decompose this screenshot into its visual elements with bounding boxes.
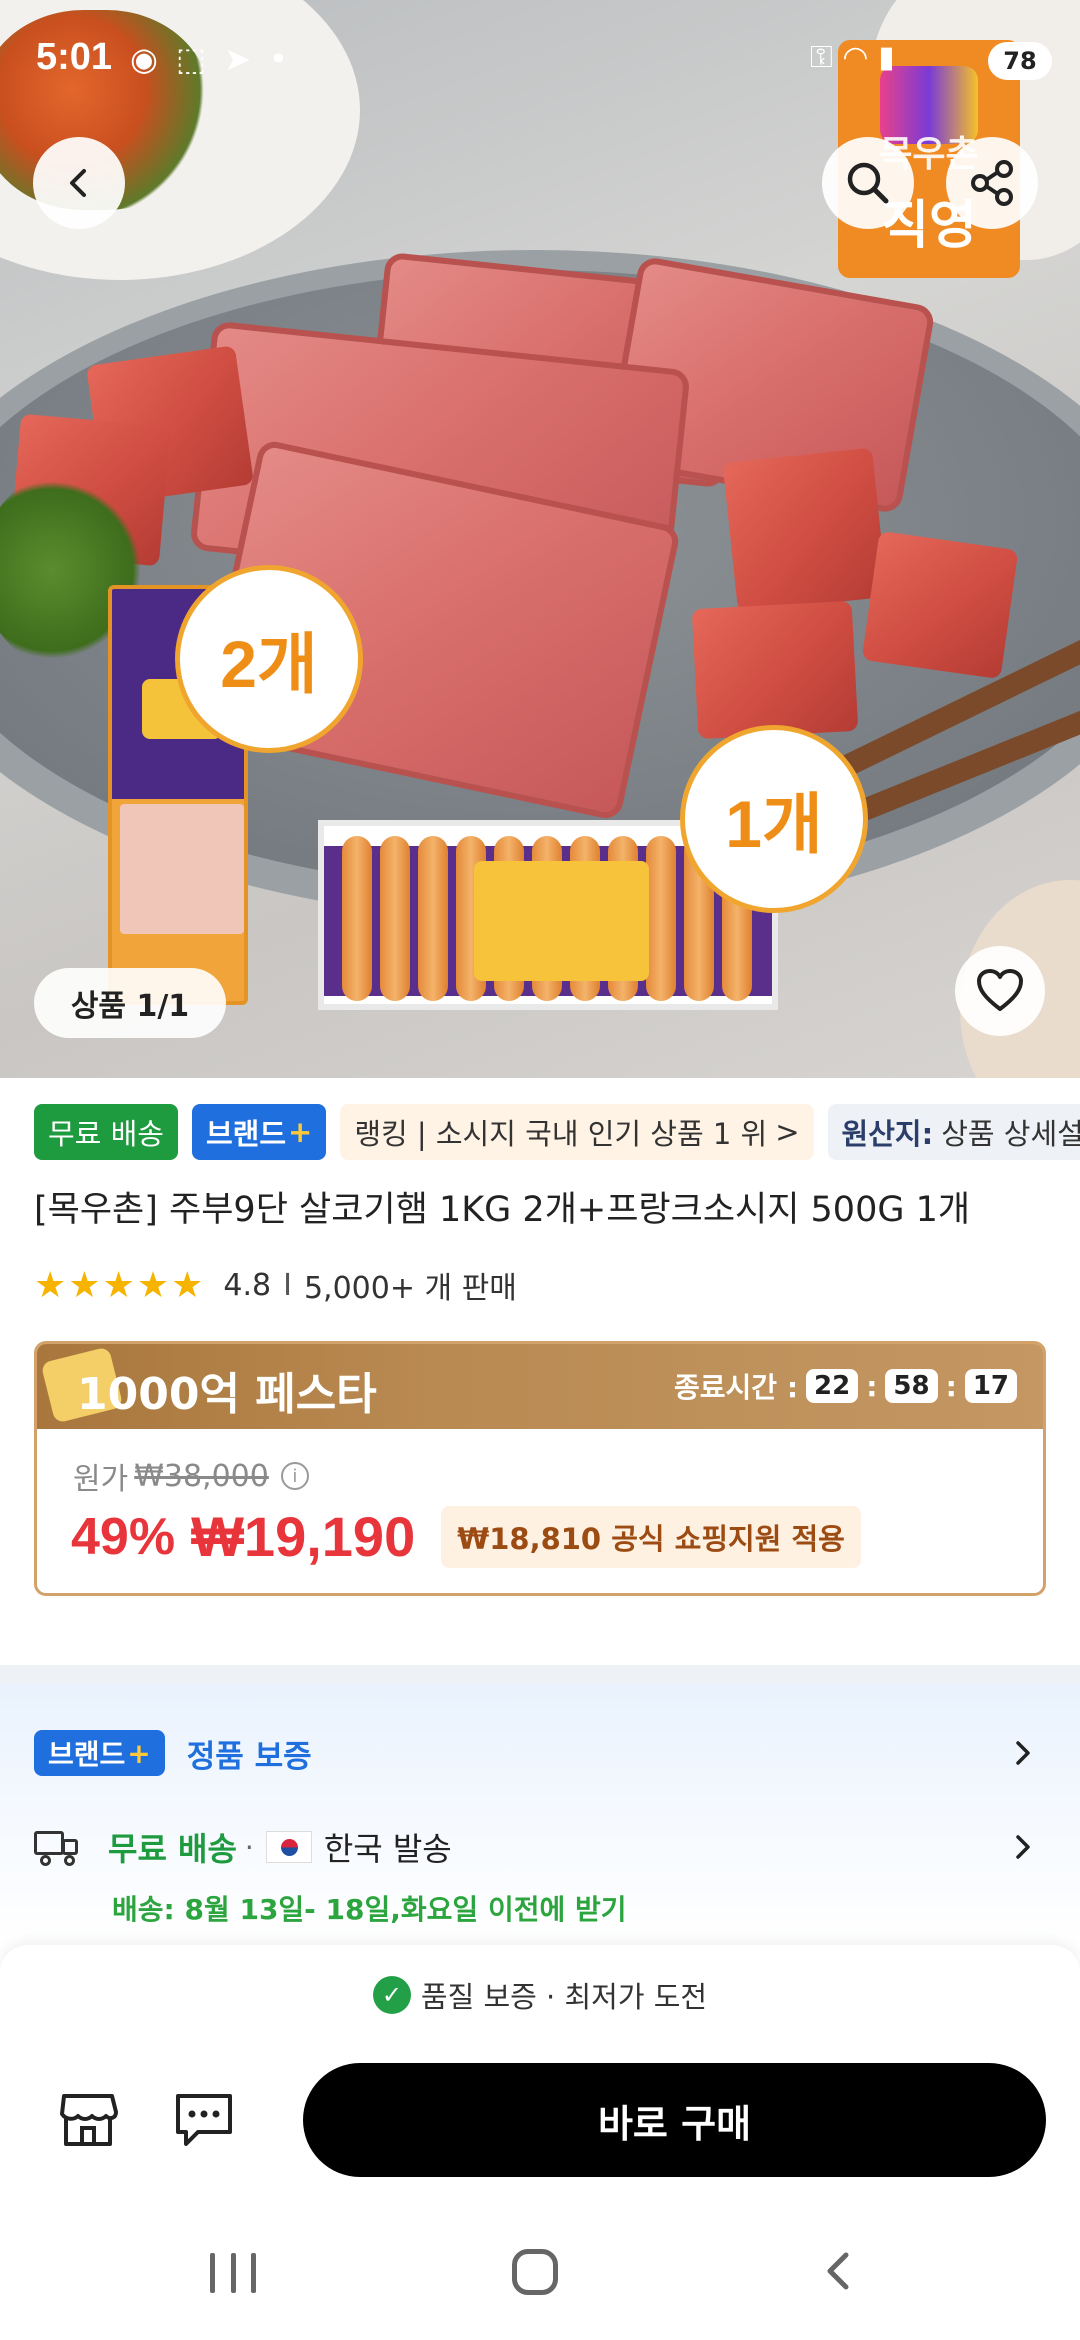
timer-minutes: 58	[885, 1369, 938, 1403]
back-button[interactable]	[33, 137, 125, 229]
favorite-button[interactable]	[955, 946, 1045, 1036]
chevron-right-icon: >	[775, 1115, 800, 1149]
shipping-row[interactable]: 무료 배송 · 한국 발송	[34, 1817, 1046, 1877]
origin-label: 원산지:	[841, 1117, 934, 1151]
divider: I	[283, 1267, 292, 1303]
sold-count: 5,000+ 개 판매	[303, 1271, 517, 1306]
status-bar: 5:01 ◉ ⬚ ➤ • ⚿ ◠ ▮ 78	[0, 0, 1080, 120]
ranking-tag[interactable]: 랭킹 | 소시지 국내 인기 상품 1 위 >	[340, 1104, 814, 1160]
ham-cube	[691, 600, 859, 740]
timer-separator: :	[866, 1369, 878, 1403]
timer-hours: 22	[806, 1369, 859, 1403]
search-button[interactable]	[822, 137, 914, 229]
search-icon	[847, 162, 889, 204]
original-label: 원가	[73, 1462, 129, 1497]
notification-icon: ◉	[130, 40, 158, 78]
delivery-date: 배송: 8월 13일- 18일,화요일 이전에 받기	[112, 1893, 627, 1926]
timer-label: 종료시간 :	[674, 1371, 799, 1404]
product-title: [목우촌] 주부9단 살코기햄 1KG 2개+프랑크소시지 500G 1개	[34, 1190, 971, 1230]
plus-icon: +	[127, 1736, 151, 1770]
plus-icon: +	[288, 1115, 313, 1149]
original-price-row: 원가 ₩38,000 i	[73, 1454, 309, 1498]
authenticity-text: 정품 보증	[186, 1738, 312, 1775]
signal-icon: ▮	[878, 40, 895, 75]
brand-plus-tag: 브랜드 +	[191, 1104, 327, 1160]
info-icon[interactable]: i	[280, 1462, 309, 1490]
image-counter: 상품 1/1	[34, 968, 226, 1038]
festa-price-box: 1000억 페스타 종료시간 : 22 : 58 : 17 원가 ₩38,000…	[34, 1341, 1046, 1596]
ranking-text: 랭킹 | 소시지 국내 인기 상품 1 위	[354, 1117, 768, 1151]
authenticity-row[interactable]: 브랜드 + 정품 보증	[34, 1725, 1046, 1781]
quantity-badge-two: 2개	[175, 565, 363, 753]
heart-icon	[977, 969, 1023, 1011]
origin-tag[interactable]: 원산지: 상품 상세설	[827, 1104, 1080, 1160]
status-time: 5:01	[36, 36, 113, 78]
recent-apps-button[interactable]	[210, 2253, 256, 2293]
product-image[interactable]: 2개 1개 목우촌 직영 5:01 ◉ ⬚ ➤ • ⚿ ◠ ▮ 78 상품 1/…	[0, 0, 1080, 1078]
store-icon	[60, 2094, 118, 2146]
quality-guarantee: ✓ 품질 보증 · 최저가 도전	[0, 1970, 1080, 2020]
share-button[interactable]	[946, 137, 1038, 229]
store-button[interactable]	[56, 2090, 120, 2150]
free-shipping-tag: 무료 배송	[34, 1104, 178, 1160]
brand-badge-label: 브랜드	[48, 1738, 126, 1771]
festa-header: 1000억 페스타 종료시간 : 22 : 58 : 17	[37, 1344, 1043, 1429]
home-button[interactable]	[512, 2249, 558, 2295]
check-badge-icon: ✓	[372, 1976, 411, 2014]
wifi-icon: ◠	[842, 40, 869, 75]
buy-now-button[interactable]: 바로 구매	[303, 2063, 1046, 2177]
truck-icon	[34, 1829, 80, 1866]
product-page: 2개 1개 목우촌 직영 5:01 ◉ ⬚ ➤ • ⚿ ◠ ▮ 78 상품 1/…	[0, 0, 1080, 2340]
original-price: ₩38,000	[134, 1458, 269, 1494]
signal-icons: ⚿ ◠ ▮	[810, 40, 895, 75]
countdown-timer: 종료시간 : 22 : 58 : 17	[674, 1366, 1017, 1406]
rating-value: 4.8	[223, 1267, 272, 1303]
quality-text: 품질 보증 · 최저가 도전	[420, 1980, 708, 2014]
origin-value: 상품 상세설	[941, 1117, 1080, 1151]
section-divider	[0, 1665, 1080, 1683]
brand-tag-label: 브랜드	[205, 1117, 286, 1151]
chevron-right-icon	[1016, 1741, 1030, 1765]
korea-flag-icon	[265, 1831, 312, 1863]
chat-button[interactable]	[172, 2090, 236, 2150]
tag-row: 무료 배송 브랜드 + 랭킹 | 소시지 국내 인기 상품 1 위 > 원산지: …	[34, 1104, 1080, 1162]
share-icon	[971, 160, 1013, 206]
separator-dot: ·	[244, 1830, 254, 1864]
rating-row[interactable]: ★★★★★ 4.8 I 5,000+ 개 판매	[34, 1260, 517, 1310]
chat-icon	[176, 2094, 232, 2146]
price-row: 49% ₩19,190 ₩18,810 공식 쇼핑지원 적용	[71, 1504, 861, 1569]
ham-cube	[722, 447, 888, 613]
ship-origin: 한국 발송	[323, 1830, 452, 1868]
nav-back-button[interactable]	[818, 2251, 858, 2291]
key-icon: ⚿	[810, 40, 833, 75]
quantity-badge-one: 1개	[680, 725, 868, 913]
shopping-support-badge: ₩18,810 공식 쇼핑지원 적용	[441, 1505, 861, 1568]
brand-plus-badge: 브랜드 +	[34, 1730, 165, 1776]
chevron-left-icon	[70, 169, 86, 197]
sale-price: ₩19,190	[191, 1505, 416, 1568]
dot-icon: •	[268, 40, 288, 78]
timer-seconds: 17	[964, 1369, 1017, 1403]
discount-rate: 49%	[71, 1507, 176, 1566]
star-rating-icon: ★★★★★	[34, 1264, 206, 1306]
ham-cube	[861, 530, 1019, 680]
chevron-right-icon	[1016, 1835, 1030, 1859]
telegram-icon: ➤	[224, 40, 251, 78]
timer-separator: :	[945, 1369, 957, 1403]
battery-indicator: 78	[988, 42, 1052, 80]
festa-title: 1000억 페스타	[77, 1369, 377, 1420]
system-nav-bar	[0, 2203, 1080, 2340]
free-shipping-label: 무료 배송	[108, 1830, 237, 1868]
status-icons: ◉ ⬚ ➤ •	[130, 40, 288, 78]
screenshot-icon: ⬚	[175, 40, 207, 78]
